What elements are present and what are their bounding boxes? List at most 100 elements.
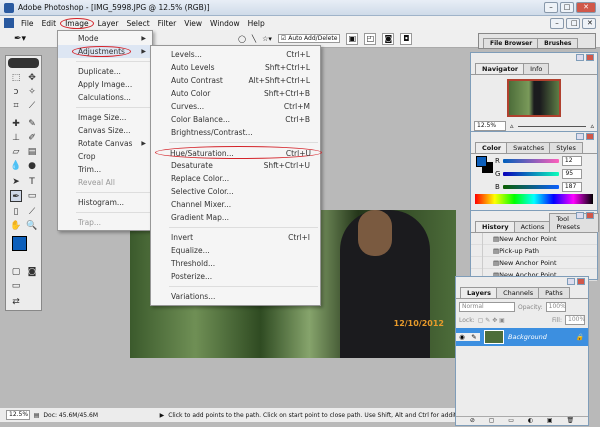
doc-restore-button[interactable]: □ (566, 17, 580, 29)
mask-icon[interactable]: ▢ (489, 417, 495, 425)
eyedropper-tool-icon[interactable]: ⟋ (26, 206, 38, 218)
panel-close-icon[interactable] (586, 212, 594, 219)
tab-styles[interactable]: Styles (549, 142, 583, 153)
menu-item-histogram[interactable]: Histogram... (58, 196, 152, 209)
zoom-slider[interactable] (517, 125, 587, 127)
menu-item-gradient-map[interactable]: Gradient Map... (151, 211, 320, 224)
history-item[interactable]: ▤ New Anchor Point (471, 256, 597, 269)
marquee-tool-icon[interactable]: ⬚ (10, 72, 22, 84)
hand-tool-icon[interactable]: ✋ (10, 220, 22, 232)
menu-filter[interactable]: Filter (154, 19, 181, 28)
path-intersect-icon[interactable]: ◙ (382, 32, 395, 45)
zoom-out-icon[interactable]: ▵ (510, 122, 514, 130)
quick-mask-icon[interactable]: ◙ (26, 266, 38, 278)
layer-style-icon[interactable]: ⊘ (470, 417, 475, 425)
panel-close-icon[interactable] (586, 133, 594, 140)
fill-field[interactable]: 100% (565, 315, 585, 325)
panel-close-icon[interactable] (586, 54, 594, 61)
tab-color[interactable]: Color (475, 142, 509, 153)
close-button[interactable]: ✕ (576, 2, 596, 13)
path-exclude-icon[interactable]: ◘ (400, 32, 413, 45)
shape-tool-icon[interactable]: ▭ (26, 190, 38, 202)
brushes-tab[interactable]: Brushes (537, 38, 579, 48)
healing-brush-tool-icon[interactable]: ✚ (10, 118, 22, 130)
tab-swatches[interactable]: Swatches (506, 142, 552, 153)
auto-add-delete-checkbox[interactable]: ☑ Auto Add/Delete (277, 34, 341, 43)
file-browser-tab[interactable]: File Browser (483, 38, 540, 48)
new-set-icon[interactable]: ▭ (508, 417, 514, 425)
history-item[interactable]: ▤ Pick-up Path (471, 244, 597, 257)
path-selection-tool-icon[interactable]: ➤ (10, 176, 22, 188)
tab-channels[interactable]: Channels (496, 287, 541, 298)
color-ramp[interactable] (475, 194, 593, 204)
clone-stamp-tool-icon[interactable]: ⊥ (10, 132, 22, 144)
menu-item-desaturate[interactable]: Desaturate Shft+Ctrl+U (151, 159, 320, 172)
doc-minimize-button[interactable]: – (550, 17, 564, 29)
pen-tool-icon[interactable]: ✒ (10, 190, 22, 202)
menu-item-image-size[interactable]: Image Size... (58, 111, 152, 124)
zoom-tool-icon[interactable]: 🔍 (26, 220, 38, 232)
minimize-button[interactable]: – (544, 2, 558, 13)
notes-tool-icon[interactable]: ▯ (10, 206, 22, 218)
menu-select[interactable]: Select (123, 19, 154, 28)
g-slider[interactable] (503, 171, 560, 176)
menu-item-invert[interactable]: Invert Ctrl+I (151, 231, 320, 244)
menu-item-hue-saturation[interactable]: Hue/Saturation... Ctrl+U (155, 146, 322, 159)
crop-tool-icon[interactable]: ⌗ (10, 100, 22, 112)
new-layer-icon[interactable]: ▣ (547, 417, 553, 425)
lock-icons[interactable]: ▢ ✎ ✥ ▣ (478, 317, 505, 324)
tab-history[interactable]: History (475, 221, 516, 232)
navigator-zoom-field[interactable]: 12.5% (474, 121, 506, 131)
panel-minimize-icon[interactable] (567, 278, 575, 285)
tab-info[interactable]: Info (523, 63, 550, 74)
tab-paths[interactable]: Paths (538, 287, 570, 298)
screen-mode-icon[interactable]: ▭ (10, 280, 22, 292)
menu-item-trim[interactable]: Trim... (58, 163, 152, 176)
menu-item-posterize[interactable]: Posterize... (151, 270, 320, 283)
standard-mode-icon[interactable]: ▢ (10, 266, 22, 278)
history-brush-tool-icon[interactable]: ✐ (26, 132, 38, 144)
dodge-tool-icon[interactable]: ● (26, 160, 38, 172)
opacity-field[interactable]: 100% (545, 302, 566, 312)
adjustment-layer-icon[interactable]: ◐ (528, 417, 533, 425)
menu-item-adjustments[interactable]: Adjustments ▶ (58, 45, 152, 58)
menu-item-brightness-contrast[interactable]: Brightness/Contrast... (151, 126, 320, 139)
menu-item-canvas-size[interactable]: Canvas Size... (58, 124, 152, 137)
tab-layers[interactable]: Layers (460, 287, 499, 298)
menu-item-selective-color[interactable]: Selective Color... (151, 185, 320, 198)
menu-item-apply-image[interactable]: Apply Image... (58, 78, 152, 91)
ellipse-icon[interactable]: ◯ (238, 35, 246, 43)
menu-item-replace-color[interactable]: Replace Color... (151, 172, 320, 185)
zoom-in-icon[interactable]: ▵ (590, 122, 594, 130)
panel-minimize-icon[interactable] (576, 212, 584, 219)
tab-actions[interactable]: Actions (513, 221, 552, 232)
brush-tool-icon[interactable]: ✎ (26, 118, 38, 130)
menu-help[interactable]: Help (244, 19, 269, 28)
menu-item-levels[interactable]: Levels... Ctrl+L (151, 48, 320, 61)
pen-tool-icon[interactable]: ✒▾ (14, 34, 26, 44)
b-value[interactable]: 187 (561, 181, 582, 192)
maximize-button[interactable]: □ (560, 2, 574, 13)
status-zoom-field[interactable]: 12.5% (6, 410, 30, 420)
menu-item-color-balance[interactable]: Color Balance... Ctrl+B (151, 113, 320, 126)
color-foreground-swatch[interactable] (476, 156, 487, 167)
menu-item-channel-mixer[interactable]: Channel Mixer... (151, 198, 320, 211)
menu-item-auto-levels[interactable]: Auto Levels Shft+Ctrl+L (151, 61, 320, 74)
doc-close-button[interactable]: ✕ (582, 17, 596, 29)
gradient-tool-icon[interactable]: ▤ (26, 146, 38, 158)
r-slider[interactable] (502, 158, 559, 163)
line-icon[interactable]: ╲ (252, 35, 256, 43)
visibility-eye-icon[interactable]: ◉ (456, 333, 468, 341)
menu-view[interactable]: View (180, 19, 206, 28)
type-tool-icon[interactable]: T (26, 176, 38, 188)
menu-item-duplicate[interactable]: Duplicate... (58, 65, 152, 78)
navigator-thumbnail[interactable] (507, 79, 561, 117)
eraser-tool-icon[interactable]: ▱ (10, 146, 22, 158)
menu-item-mode[interactable]: Mode ▶ (58, 32, 152, 45)
menu-item-auto-contrast[interactable]: Auto Contrast Alt+Shft+Ctrl+L (151, 74, 320, 87)
menu-window[interactable]: Window (206, 19, 244, 28)
brush-link-icon[interactable]: ✎ (468, 333, 480, 341)
panel-minimize-icon[interactable] (576, 54, 584, 61)
move-tool-icon[interactable]: ✥ (26, 72, 38, 84)
path-subtract-icon[interactable]: ◰ (364, 32, 377, 45)
